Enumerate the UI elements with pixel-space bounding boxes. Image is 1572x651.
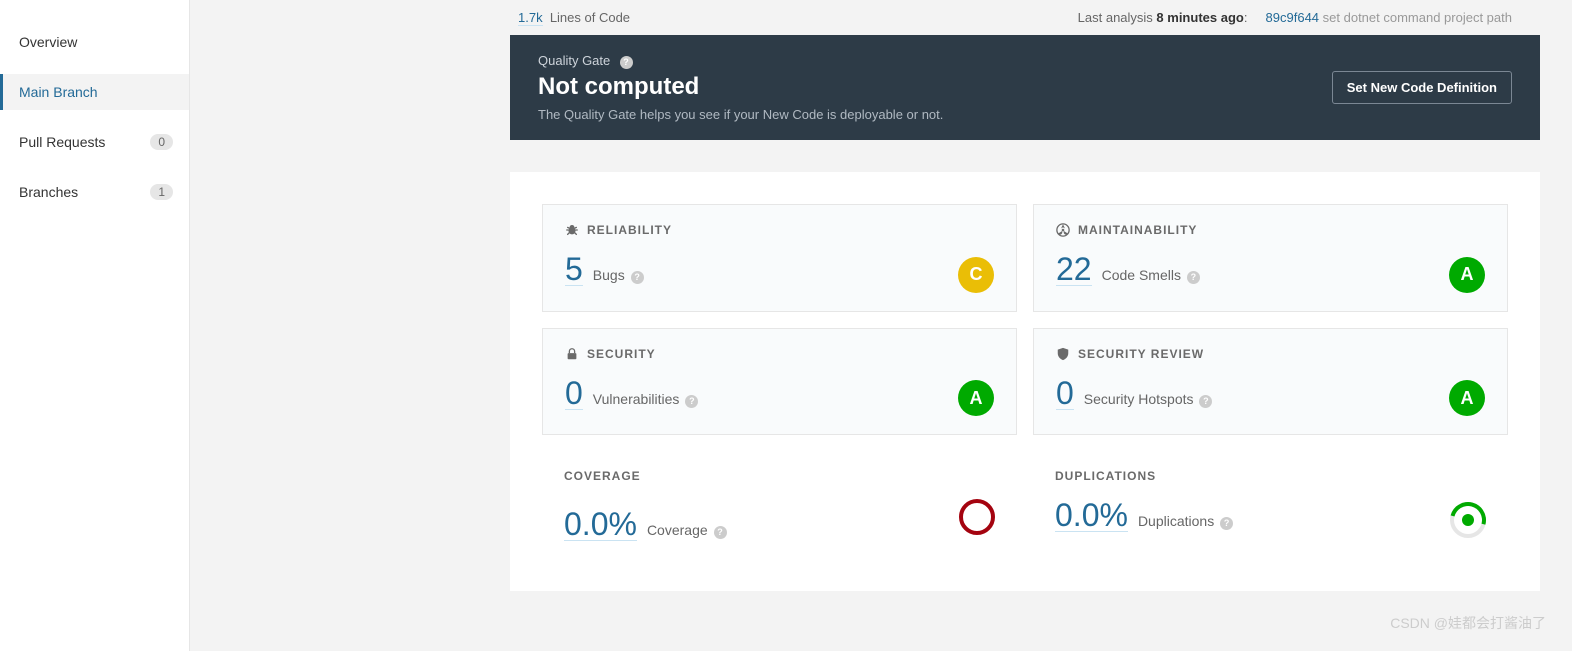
card-title: MAINTAINABILITY (1078, 223, 1197, 237)
metric-left: 5 Bugs ? (565, 253, 644, 286)
metrics-panel: RELIABILITY 5 Bugs ? C (510, 172, 1540, 591)
metric-row: 0.0% Duplications ? (1055, 499, 1486, 538)
sidebar-item-pull-requests[interactable]: Pull Requests 0 (0, 124, 189, 160)
metric-value[interactable]: 22 (1056, 253, 1092, 286)
metric-value[interactable]: 0 (1056, 377, 1074, 410)
quality-gate-panel: Quality Gate ? Not computed The Quality … (510, 35, 1540, 140)
card-title: SECURITY REVIEW (1078, 347, 1204, 361)
main-content: 1.7k Lines of Code Last analysis 8 minut… (190, 0, 1572, 651)
metric-left: 0 Security Hotspots ? (1056, 377, 1212, 410)
lock-icon (565, 347, 579, 361)
card-coverage: COVERAGE 0.0% Coverage ? (542, 451, 1017, 559)
set-new-code-button[interactable]: Set New Code Definition (1332, 71, 1512, 104)
quality-gate-description: The Quality Gate helps you see if your N… (538, 107, 943, 122)
quality-gate-status: Not computed (538, 73, 943, 101)
top-bar: 1.7k Lines of Code Last analysis 8 minut… (490, 0, 1540, 35)
card-security-review: SECURITY REVIEW 0 Security Hotspots ? A (1033, 328, 1508, 436)
card-title: DUPLICATIONS (1055, 469, 1156, 483)
metric-value[interactable]: 0.0% (564, 508, 637, 541)
metric-value[interactable]: 0.0% (1055, 499, 1128, 532)
commit-hash-link[interactable]: 89c9f644 (1266, 10, 1320, 25)
help-icon[interactable]: ? (620, 56, 633, 69)
help-icon[interactable]: ? (631, 271, 644, 284)
metric-row: 22 Code Smells ? A (1056, 253, 1485, 293)
sidebar-item-label: Pull Requests (19, 134, 105, 150)
card-header: RELIABILITY (565, 223, 994, 237)
commit-message: set dotnet command project path (1323, 10, 1512, 25)
metric-left: 22 Code Smells ? (1056, 253, 1200, 286)
watermark: CSDN @娃都会打酱油了 (1390, 613, 1546, 633)
metric-label: Coverage ? (647, 522, 727, 539)
last-analysis-prefix: Last analysis (1078, 10, 1157, 25)
card-duplications: DUPLICATIONS 0.0% Duplications ? (1033, 451, 1508, 559)
metric-left: 0 Vulnerabilities ? (565, 377, 698, 410)
card-title: SECURITY (587, 347, 656, 361)
metrics-grid: RELIABILITY 5 Bugs ? C (542, 204, 1508, 559)
count-badge: 1 (150, 184, 173, 200)
duplication-ring-icon (1450, 502, 1486, 538)
metric-row: 0 Security Hotspots ? A (1056, 377, 1485, 417)
sidebar-item-label: Branches (19, 184, 78, 200)
metric-label-text: Bugs (593, 267, 625, 283)
metric-label: Security Hotspots ? (1084, 391, 1213, 408)
shield-icon (1056, 347, 1070, 361)
metric-left: 0.0% Coverage ? (564, 508, 727, 541)
help-icon[interactable]: ? (685, 395, 698, 408)
rating-badge: A (1449, 380, 1485, 416)
rating-badge: A (958, 380, 994, 416)
radiation-icon (1056, 223, 1070, 237)
card-header: DUPLICATIONS (1055, 469, 1486, 483)
metric-row: 5 Bugs ? C (565, 253, 994, 293)
metric-label: Bugs ? (593, 267, 644, 284)
coverage-ring-icon (959, 499, 995, 535)
card-title: COVERAGE (564, 469, 641, 483)
help-icon[interactable]: ? (1220, 517, 1233, 530)
metric-label: Code Smells ? (1102, 267, 1200, 284)
card-maintainability: MAINTAINABILITY 22 Code Smells ? A (1033, 204, 1508, 312)
bug-icon (565, 223, 579, 237)
metric-label: Duplications ? (1138, 513, 1233, 530)
metric-label: Vulnerabilities ? (593, 391, 699, 408)
loc-link[interactable]: 1.7k (518, 10, 543, 26)
metric-row: 0 Vulnerabilities ? A (565, 377, 994, 417)
metric-left: 0.0% Duplications ? (1055, 499, 1233, 532)
rating-badge: C (958, 257, 994, 293)
sidebar: Overview Main Branch Pull Requests 0 Bra… (0, 0, 190, 651)
card-header: MAINTAINABILITY (1056, 223, 1485, 237)
sidebar-item-overview[interactable]: Overview (0, 24, 189, 60)
loc-label: Lines of Code (550, 10, 630, 25)
metric-value[interactable]: 5 (565, 253, 583, 286)
card-security: SECURITY 0 Vulnerabilities ? A (542, 328, 1017, 436)
metric-value[interactable]: 0 (565, 377, 583, 410)
sidebar-item-label: Main Branch (19, 84, 98, 100)
last-analysis-time: 8 minutes ago (1156, 10, 1243, 25)
card-reliability: RELIABILITY 5 Bugs ? C (542, 204, 1017, 312)
help-icon[interactable]: ? (714, 526, 727, 539)
count-badge: 0 (150, 134, 173, 150)
analysis-info: Last analysis 8 minutes ago: 89c9f644 se… (1078, 10, 1512, 25)
qg-title-text: Quality Gate (538, 53, 610, 68)
sidebar-item-label: Overview (19, 34, 77, 50)
card-header: SECURITY (565, 347, 994, 361)
loc-info: 1.7k Lines of Code (518, 10, 630, 25)
help-icon[interactable]: ? (1199, 395, 1212, 408)
rating-badge: A (1449, 257, 1485, 293)
quality-gate-title: Quality Gate ? (538, 53, 943, 69)
help-icon[interactable]: ? (1187, 271, 1200, 284)
card-header: COVERAGE (564, 469, 995, 483)
metric-label-text: Code Smells (1102, 267, 1181, 283)
card-header: SECURITY REVIEW (1056, 347, 1485, 361)
sidebar-item-branches[interactable]: Branches 1 (0, 174, 189, 210)
last-analysis-suffix: : (1244, 10, 1248, 25)
metric-row: 0.0% Coverage ? (564, 499, 995, 541)
sidebar-item-main-branch[interactable]: Main Branch (0, 74, 189, 110)
card-title: RELIABILITY (587, 223, 672, 237)
quality-gate-text: Quality Gate ? Not computed The Quality … (538, 53, 943, 122)
metric-label-text: Coverage (647, 522, 708, 538)
metric-label-text: Security Hotspots (1084, 391, 1194, 407)
metric-label-text: Duplications (1138, 513, 1214, 529)
metric-label-text: Vulnerabilities (593, 391, 680, 407)
